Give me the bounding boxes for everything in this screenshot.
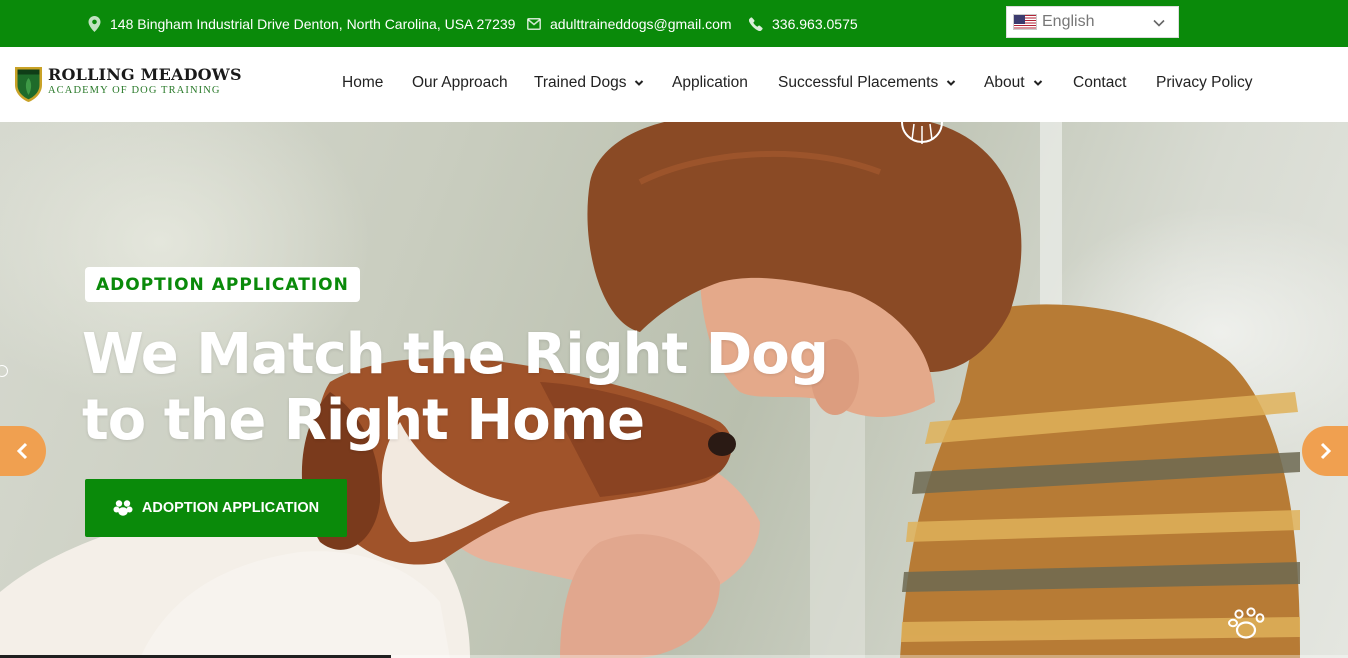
map-pin-icon (88, 15, 101, 32)
envelope-icon (527, 17, 541, 30)
hero-headline: We Match the Right Dog to the Right Home (82, 322, 842, 454)
nav-item-trained-dogs[interactable]: Trained Dogs (534, 74, 644, 92)
nav-item-label: Privacy Policy (1156, 74, 1253, 91)
adoption-application-button[interactable]: ADOPTION APPLICATION (85, 479, 347, 537)
nav-item-home[interactable]: Home (342, 74, 383, 92)
language-label: English (1042, 13, 1095, 30)
email-info[interactable]: adulttraineddogs@gmail.com (527, 0, 732, 47)
hero-headline-line2: to the Right Home (82, 388, 645, 453)
phone-text[interactable]: 336.963.0575 (772, 16, 858, 32)
nav-item-label: Trained Dogs (534, 74, 627, 91)
slider-next-button[interactable] (1302, 426, 1348, 476)
nav-item-label: Successful Placements (778, 74, 939, 91)
caret-down-icon (1033, 80, 1042, 86)
chevron-right-icon (1320, 442, 1332, 460)
nav-item-application[interactable]: Application (672, 74, 748, 92)
hero-headline-line1: We Match the Right Dog (82, 322, 829, 387)
chevron-left-icon (16, 442, 28, 460)
nav-item-label: Application (672, 74, 748, 91)
us-flag-icon (1013, 14, 1037, 30)
hero-slider: ADOPTION APPLICATION We Match the Right … (0, 122, 1348, 658)
nav-item-label: Our Approach (412, 74, 508, 91)
nav-item-successful-placements[interactable]: Successful Placements (778, 74, 956, 92)
top-bar: 148 Bingham Industrial Drive Denton, Nor… (0, 0, 1348, 47)
nav-item-our-approach[interactable]: Our Approach (412, 74, 508, 92)
paw-icon (113, 500, 133, 516)
nav-item-label: Home (342, 74, 384, 91)
hero-eyebrow-badge: ADOPTION APPLICATION (85, 267, 360, 302)
nav-item-contact[interactable]: Contact (1073, 74, 1126, 92)
phone-icon (749, 16, 763, 31)
nav-item-about[interactable]: About (984, 74, 1043, 92)
language-selector[interactable]: English (1006, 6, 1179, 38)
site-header: ROLLING MEADOWS ACADEMY OF DOG TRAINING … (0, 47, 1348, 122)
main-nav: Home Our Approach Trained Dogs Applicati… (0, 47, 1348, 122)
nav-item-privacy-policy[interactable]: Privacy Policy (1156, 74, 1252, 92)
nav-item-label: About (984, 74, 1025, 91)
address-info: 148 Bingham Industrial Drive Denton, Nor… (88, 0, 515, 47)
chevron-down-icon (1153, 19, 1165, 27)
nav-item-label: Contact (1073, 74, 1127, 91)
caret-down-icon (635, 80, 644, 86)
cta-label: ADOPTION APPLICATION (141, 500, 320, 516)
caret-down-icon (947, 80, 956, 86)
address-text: 148 Bingham Industrial Drive Denton, Nor… (110, 15, 516, 32)
circle-decoration-icon (901, 122, 943, 144)
email-text[interactable]: adulttraineddogs@gmail.com (550, 16, 732, 32)
phone-info[interactable]: 336.963.0575 (749, 0, 858, 47)
paw-print-decoration-icon (1228, 607, 1265, 639)
